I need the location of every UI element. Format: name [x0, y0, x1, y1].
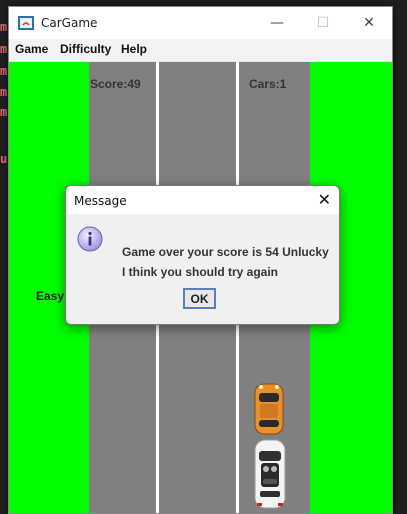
- ide-line: m: [0, 64, 8, 78]
- ide-line: m: [0, 20, 8, 34]
- title-bar[interactable]: CarGame — ☐ ✕: [9, 7, 392, 39]
- ide-line: m: [0, 42, 8, 56]
- score-label: Score:49: [90, 77, 141, 91]
- menu-help[interactable]: Help: [121, 42, 147, 56]
- java-app-icon: [18, 16, 34, 30]
- white-player-car: [254, 439, 286, 509]
- ok-button[interactable]: OK: [183, 288, 216, 309]
- menu-bar: Game Difficulty Help: [9, 39, 392, 62]
- cars-label: Cars:1: [249, 77, 287, 91]
- ide-line: u: [0, 152, 8, 166]
- close-button[interactable]: ✕: [346, 7, 392, 39]
- dialog-title: Message: [74, 194, 127, 208]
- info-icon: [77, 226, 103, 252]
- ide-line: m: [0, 85, 8, 99]
- dialog-message-line2: I think you should try again: [122, 265, 279, 279]
- message-dialog: Message ✕ Game over your score is 54 Unl…: [65, 185, 340, 325]
- maximize-button[interactable]: ☐: [300, 7, 346, 39]
- dialog-close-button[interactable]: ✕: [318, 190, 331, 209]
- dialog-message-line1: Game over your score is 54 Unlucky: [122, 245, 329, 259]
- minimize-button[interactable]: —: [254, 7, 300, 39]
- window-title: CarGame: [41, 16, 98, 30]
- orange-car: [254, 383, 284, 435]
- menu-game[interactable]: Game: [15, 42, 48, 56]
- ide-line: m: [0, 105, 8, 119]
- dialog-title-bar[interactable]: Message ✕: [66, 186, 339, 214]
- difficulty-label: Easy: [36, 289, 65, 303]
- menu-difficulty[interactable]: Difficulty: [60, 42, 111, 56]
